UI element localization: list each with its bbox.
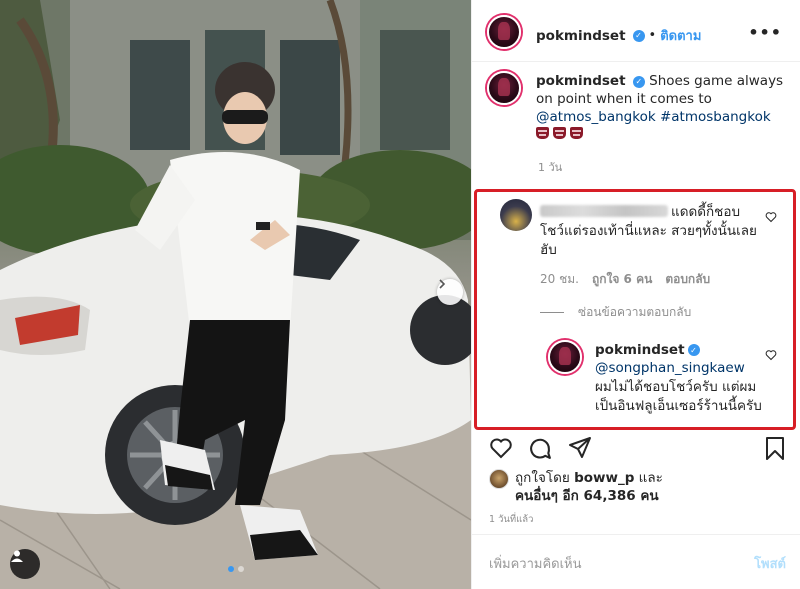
bookmark-icon[interactable]: [764, 436, 786, 461]
comment-likes-count[interactable]: ถูกใจ 6 คน: [592, 270, 652, 289]
caption-timestamp: 1 วัน: [538, 161, 563, 174]
post-action-bar: [488, 436, 788, 462]
carousel-dot: [237, 566, 244, 572]
tagged-user-button[interactable]: [10, 549, 40, 579]
liker-username[interactable]: boww_p: [574, 470, 634, 486]
commenter-avatar[interactable]: [500, 199, 532, 231]
carousel-indicator: [0, 566, 471, 572]
hide-replies-line: [540, 312, 564, 313]
comment-meta: 20 ชม. ถูกใจ 6 คน ตอบกลับ: [540, 270, 710, 289]
reply-username[interactable]: pokmindset: [595, 342, 685, 358]
liker-avatar[interactable]: [489, 469, 509, 489]
more-options-button[interactable]: •••: [748, 23, 782, 42]
likes-others-count[interactable]: คนอื่นๆ อีก 64,386 คน: [515, 488, 659, 504]
carousel-dot-active: [227, 566, 234, 572]
comment-like-heart-icon[interactable]: [765, 211, 777, 223]
caption-emoji-row: [536, 127, 786, 139]
author-username[interactable]: pokmindset: [536, 28, 626, 44]
comment-body: แดดดี้ก็ชอบโชว์แต่รองเท้านี่แหละ สวยๆทั้…: [540, 203, 762, 260]
likes-prefix: ถูกใจโดย: [515, 470, 570, 486]
caption-mention-link[interactable]: @atmos_bangkok: [536, 109, 656, 125]
paper-plane-icon[interactable]: [568, 436, 592, 460]
comment-time: 20 ชม.: [540, 272, 579, 286]
men-with-bunny-ears-emoji: [536, 127, 549, 139]
header-divider: [472, 61, 800, 62]
comment-bubble-icon[interactable]: [528, 436, 553, 461]
heart-icon[interactable]: [488, 436, 514, 460]
comment-reply-button[interactable]: ตอบกลับ: [665, 270, 710, 289]
hide-replies-label: ซ่อนข้อความตอบกลับ: [578, 305, 692, 319]
comment-input-divider: [472, 534, 800, 535]
post-comment-button[interactable]: โพสต์: [754, 553, 786, 574]
reply-text: ผมไม่ได้ชอบโชว์ครับ แต่ผมเป็นอินฟลูเอ็นเ…: [595, 379, 762, 414]
post-photo[interactable]: [0, 0, 471, 589]
men-with-bunny-ears-emoji: [553, 127, 566, 139]
commenter-username-redacted: [540, 205, 668, 217]
post-side-panel: pokmindset ✓ • ติดตาม ••• pokmindset ✓ S…: [471, 0, 800, 589]
author-avatar[interactable]: [487, 15, 521, 49]
caption-username[interactable]: pokmindset: [536, 73, 626, 89]
likes-summary: ถูกใจโดย boww_p และ คนอื่นๆ อีก 64,386 ค…: [515, 469, 663, 505]
post-timestamp[interactable]: 1 วันที่แล้ว: [489, 512, 533, 527]
men-with-bunny-ears-emoji: [570, 127, 583, 139]
header-separator: •: [648, 28, 657, 43]
reply-mention-link[interactable]: @songphan_singkaew: [595, 360, 745, 376]
hide-replies-button[interactable]: ซ่อนข้อความตอบกลับ: [540, 303, 691, 322]
reply-like-heart-icon[interactable]: [765, 349, 777, 361]
caption-hashtag-link[interactable]: #atmosbangkok: [660, 109, 771, 125]
reply-header: pokmindset ✓: [595, 342, 700, 358]
reply-body: @songphan_singkaew ผมไม่ได้ชอบโชว์ครับ แ…: [595, 359, 765, 416]
photo-illustration: [0, 0, 471, 589]
verified-badge-icon: ✓: [632, 29, 645, 42]
carousel-next-button[interactable]: [437, 279, 463, 305]
caption-author-avatar[interactable]: [487, 71, 521, 105]
verified-badge-icon: ✓: [687, 344, 700, 356]
likes-and: และ: [638, 470, 663, 486]
follow-button[interactable]: ติดตาม: [660, 25, 701, 46]
add-comment-input[interactable]: เพิ่มความคิดเห็น: [489, 553, 582, 574]
verified-badge-icon: ✓: [632, 76, 645, 88]
reply-author-avatar[interactable]: [548, 340, 582, 374]
post-caption: pokmindset ✓ Shoes game always on point …: [536, 72, 786, 139]
post-header: pokmindset ✓ • ติดตาม: [536, 25, 701, 46]
